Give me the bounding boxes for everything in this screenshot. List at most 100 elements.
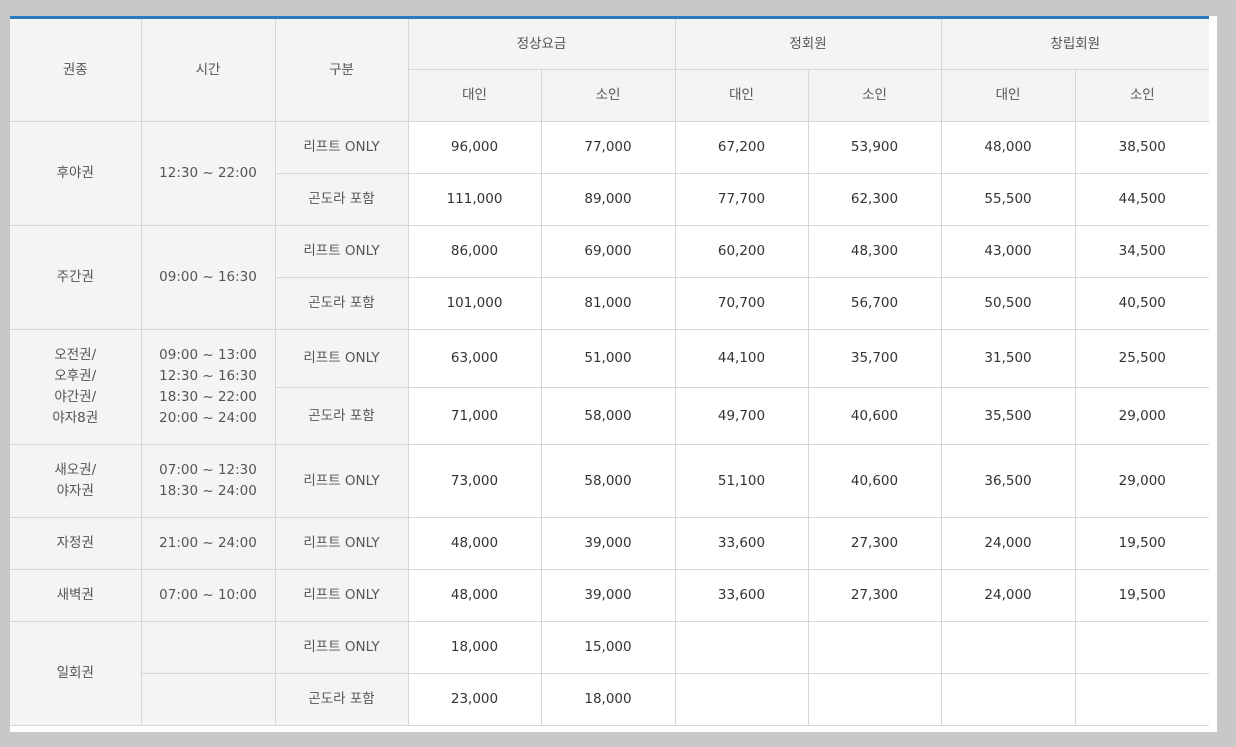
- frame-bottom: [10, 727, 1217, 732]
- category-cell: 곤도라 포함: [274, 673, 409, 726]
- price-cell: 50,500: [940, 277, 1076, 330]
- ticket-type-cell: 오전권/ 오후권/ 야간권/ 야자8권: [10, 329, 142, 445]
- price-cell: 48,000: [407, 517, 542, 570]
- price-cell: 43,000: [940, 225, 1076, 278]
- ticket-type-cell: 새벽권: [10, 569, 142, 622]
- price-cell: 63,000: [407, 329, 542, 388]
- price-cell: 67,200: [674, 121, 809, 174]
- price-cell: 19,500: [1074, 517, 1210, 570]
- table-row: 자정권 21:00 ~ 24:00 리프트 ONLY 48,000 39,000…: [10, 517, 1210, 570]
- price-cell: 40,500: [1074, 277, 1210, 330]
- header-sub-child: 소인: [807, 69, 942, 122]
- price-cell: 24,000: [940, 569, 1076, 622]
- ticket-type-cell: 새오권/ 야자권: [10, 444, 142, 518]
- table-row: 곤도라 포함 23,000 18,000: [10, 673, 1210, 726]
- price-cell: 19,500: [1074, 569, 1210, 622]
- price-cell: 24,000: [940, 517, 1076, 570]
- price-cell: 44,100: [674, 329, 809, 388]
- price-cell: 39,000: [540, 569, 676, 622]
- category-cell: 곤도라 포함: [275, 277, 409, 330]
- header-group-member: 정회원: [674, 17, 942, 70]
- header-category: 구분: [274, 17, 409, 122]
- price-cell: 33,600: [674, 569, 809, 622]
- price-cell: 31,500: [940, 329, 1076, 388]
- table-row: 오전권/ 오후권/ 야간권/ 야자8권 09:00 ~ 13:00 12:30 …: [10, 329, 1210, 445]
- time-cell: 09:00 ~ 16:30: [140, 225, 276, 330]
- category-cell: 리프트 ONLY: [274, 517, 409, 570]
- price-cell: 33,600: [674, 517, 809, 570]
- ticket-type-cell: 주간권: [10, 225, 142, 330]
- category-cell: 곤도라 포함: [275, 387, 409, 445]
- price-cell: 40,600: [807, 387, 942, 445]
- price-cell: 58,000: [540, 387, 676, 445]
- price-cell: 71,000: [407, 387, 542, 445]
- price-cell: 58,000: [540, 444, 676, 518]
- price-cell: 101,000: [407, 277, 542, 330]
- price-cell: [940, 621, 1076, 674]
- ticket-type-cell: 자정권: [10, 517, 142, 570]
- header-time: 시간: [140, 17, 276, 122]
- price-cell: 34,500: [1074, 225, 1210, 278]
- category-cell: 리프트 ONLY: [274, 225, 409, 278]
- header-sub-adult: 대인: [940, 69, 1076, 122]
- category-cell: 리프트 ONLY: [274, 444, 409, 518]
- table-row: 일회권 리프트 ONLY 18,000 15,000: [10, 621, 1210, 726]
- price-cell: [674, 673, 809, 726]
- price-cell: 49,700: [674, 387, 809, 445]
- ticket-type-cell: 후야권: [10, 121, 142, 226]
- table-row: 새벽권 07:00 ~ 10:00 리프트 ONLY 48,000 39,000…: [10, 569, 1210, 622]
- table-row: 후야권 12:30 ~ 22:00 리프트 ONLY 96,000 77,000…: [10, 121, 1210, 226]
- price-cell: 73,000: [407, 444, 542, 518]
- time-cell: 07:00 ~ 10:00: [140, 569, 276, 622]
- price-cell: 89,000: [540, 173, 676, 226]
- price-cell: 48,300: [807, 225, 942, 278]
- price-cell: [1074, 673, 1210, 726]
- category-cell: 리프트 ONLY: [274, 121, 409, 174]
- header-group-founding: 창립회원: [940, 17, 1210, 70]
- price-cell: 53,900: [807, 121, 942, 174]
- price-cell: [807, 621, 942, 674]
- price-cell: 111,000: [407, 173, 542, 226]
- table-row: 새오권/ 야자권 07:00 ~ 12:30 18:30 ~ 24:00 리프트…: [10, 444, 1210, 518]
- price-cell: 69,000: [540, 225, 676, 278]
- price-cell: 48,000: [407, 569, 542, 622]
- price-table: 권종 시간 구분 정상요금 정회원 창립회원 대인 소인 대인 소인 대인 소인…: [10, 16, 1210, 726]
- price-cell: 77,000: [540, 121, 676, 174]
- price-cell: 29,000: [1074, 387, 1210, 445]
- time-cell: 09:00 ~ 13:00 12:30 ~ 16:30 18:30 ~ 22:0…: [140, 329, 276, 445]
- price-cell: 15,000: [540, 621, 676, 674]
- category-cell: 곤도라 포함: [275, 173, 409, 226]
- price-cell: 39,000: [540, 517, 676, 570]
- header-sub-adult: 대인: [408, 69, 542, 122]
- time-cell: 21:00 ~ 24:00: [140, 517, 276, 570]
- price-cell: 51,000: [540, 329, 676, 388]
- table-row: 주간권 09:00 ~ 16:30 리프트 ONLY 86,000 69,000…: [10, 225, 1210, 330]
- header-row-groups: 권종 시간 구분 정상요금 정회원 창립회원: [10, 17, 1210, 122]
- category-cell: 리프트 ONLY: [274, 329, 409, 388]
- ticket-type-cell: 일회권: [10, 621, 142, 726]
- price-cell: 38,500: [1074, 121, 1210, 174]
- price-cell: 48,000: [940, 121, 1076, 174]
- time-cell: [140, 621, 276, 674]
- header-ticket-type: 권종: [10, 17, 142, 122]
- price-cell: 40,600: [807, 444, 942, 518]
- price-cell: [674, 621, 809, 674]
- price-cell: 36,500: [940, 444, 1076, 518]
- price-cell: 70,700: [674, 277, 809, 330]
- category-cell: 리프트 ONLY: [274, 621, 409, 674]
- price-cell: 56,700: [807, 277, 942, 330]
- price-cell: 60,200: [674, 225, 809, 278]
- header-group-regular: 정상요금: [407, 17, 676, 70]
- price-cell: 86,000: [407, 225, 542, 278]
- price-cell: 77,700: [674, 173, 809, 226]
- price-cell: 35,700: [807, 329, 942, 388]
- price-cell: [1074, 621, 1210, 674]
- category-cell: 리프트 ONLY: [274, 569, 409, 622]
- frame-right: [1209, 16, 1217, 732]
- time-cell: [141, 673, 276, 726]
- price-cell: 18,000: [407, 621, 542, 674]
- price-cell: 23,000: [407, 673, 542, 726]
- header-sub-child: 소인: [540, 69, 676, 122]
- price-cell: 27,300: [807, 517, 942, 570]
- header-sub-child: 소인: [1074, 69, 1210, 122]
